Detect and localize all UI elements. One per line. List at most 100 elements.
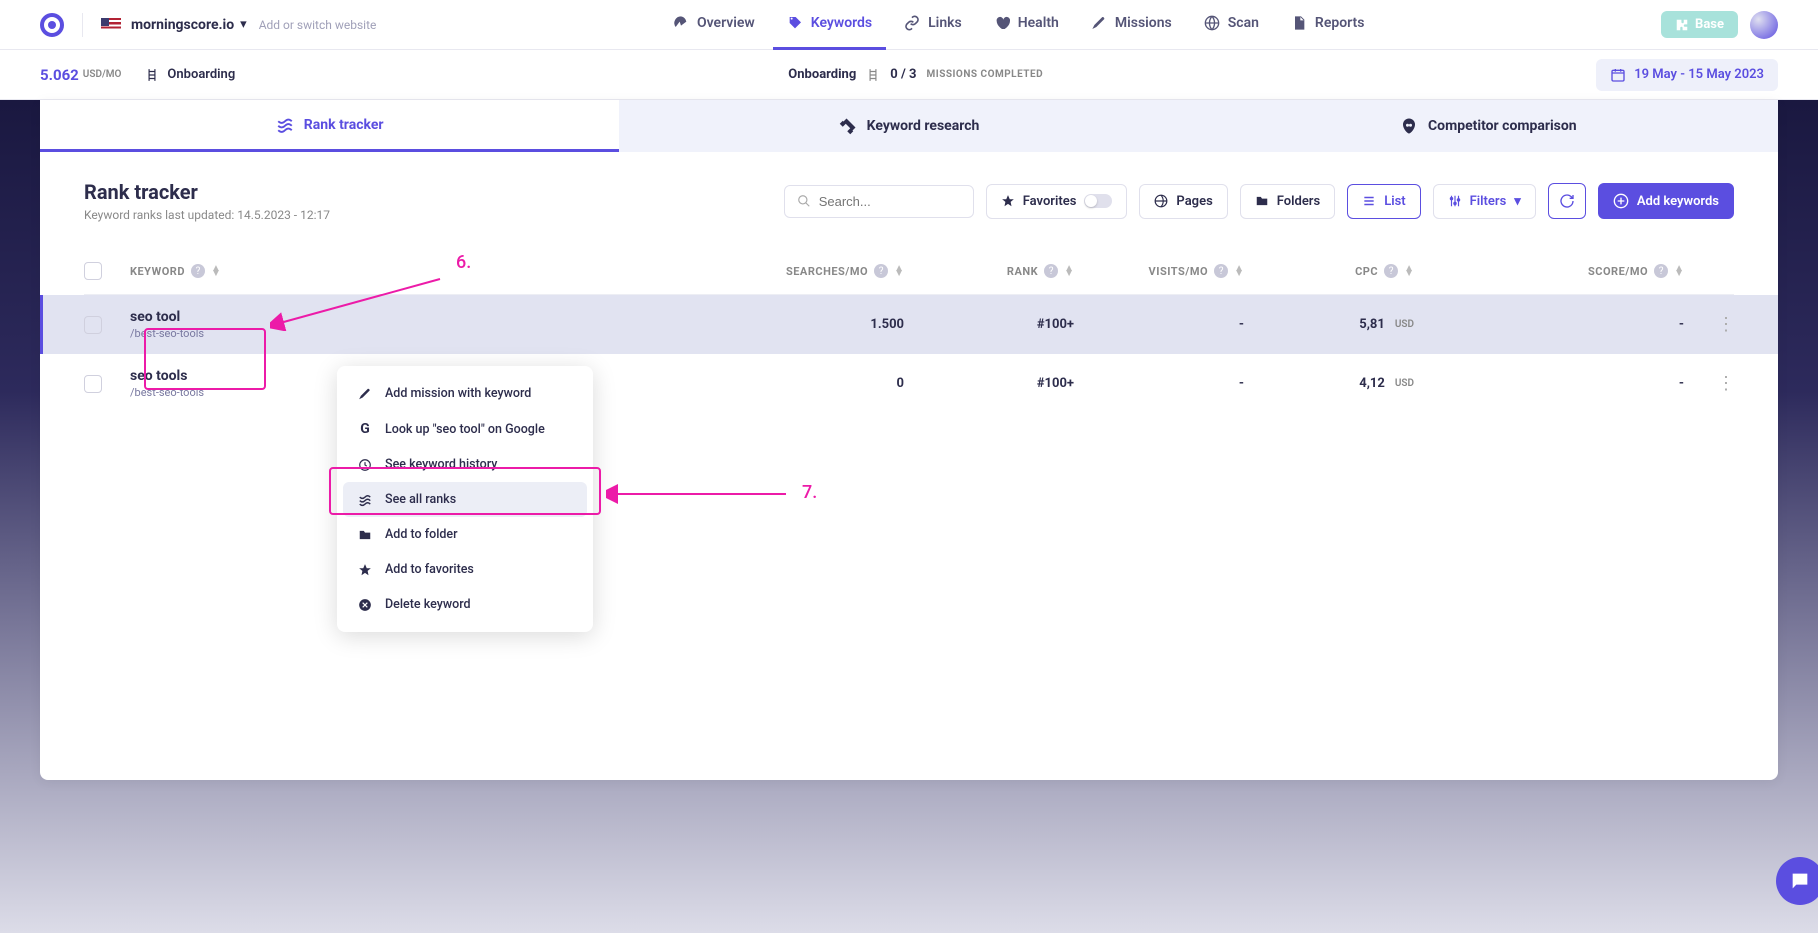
divider (82, 13, 83, 37)
keyword-text: seo tools (130, 368, 204, 384)
ctx-see-all-ranks[interactable]: See all ranks (343, 482, 587, 517)
avatar[interactable] (1750, 11, 1778, 39)
row-more-icon[interactable]: ⋮ (1717, 314, 1734, 335)
sort-icon[interactable]: ▲▼ (1064, 266, 1074, 276)
help-icon[interactable]: ? (191, 264, 205, 278)
top-nav: morningscore.io ▾ Add or switch website … (0, 0, 1818, 50)
search-field[interactable] (819, 194, 961, 209)
ctx-label: Add to folder (385, 527, 458, 542)
nav-label: Keywords (811, 15, 872, 31)
tab-rank-tracker[interactable]: Rank tracker (40, 100, 619, 152)
nav-scan[interactable]: Scan (1190, 0, 1273, 50)
nav-label: Scan (1228, 15, 1259, 31)
help-icon[interactable]: ? (874, 264, 888, 278)
sort-icon[interactable]: ▲▼ (1404, 266, 1414, 276)
ctx-label: Add to favorites (385, 562, 474, 577)
ladder-icon (145, 68, 159, 82)
nav-links[interactable]: Links (890, 0, 976, 50)
keyword-text: seo tool (130, 309, 204, 325)
nav-label: Overview (697, 15, 755, 31)
ctx-label: Look up "seo tool" on Google (385, 422, 545, 437)
refresh-button[interactable] (1548, 183, 1586, 219)
star-icon (357, 563, 373, 577)
sliders-icon (1448, 194, 1462, 208)
globe-icon (1204, 15, 1220, 31)
ctx-google-lookup[interactable]: G Look up "seo tool" on Google (343, 411, 587, 447)
delete-icon (357, 598, 373, 612)
col-visits[interactable]: VISITS/MO (1149, 265, 1209, 278)
tab-label: Competitor comparison (1428, 118, 1577, 134)
ctx-label: Delete keyword (385, 597, 471, 612)
row-checkbox[interactable] (84, 316, 102, 334)
search-input[interactable] (784, 185, 974, 218)
ctx-add-to-folder[interactable]: Add to folder (343, 517, 587, 552)
nav-label: Links (928, 15, 962, 31)
nav-reports[interactable]: Reports (1277, 0, 1379, 50)
heart-icon (994, 15, 1010, 31)
ctx-add-mission[interactable]: Add mission with keyword (343, 376, 587, 411)
add-keywords-button[interactable]: Add keywords (1598, 183, 1734, 219)
favorites-toggle[interactable]: Favorites (986, 184, 1128, 219)
nav-label: Missions (1115, 15, 1172, 31)
google-icon: G (357, 421, 373, 437)
add-site-link[interactable]: Add or switch website (259, 18, 377, 32)
base-badge[interactable]: Base (1661, 11, 1738, 38)
col-cpc[interactable]: CPC (1355, 265, 1378, 278)
plus-circle-icon (1613, 193, 1629, 209)
col-keyword[interactable]: KEYWORD (130, 265, 185, 278)
app-logo[interactable] (40, 13, 64, 37)
select-all-checkbox[interactable] (84, 262, 102, 280)
rank-wave-icon (357, 493, 373, 507)
pages-button[interactable]: Pages (1139, 184, 1227, 219)
filters-button[interactable]: Filters ▾ (1433, 184, 1536, 219)
tab-label: Keyword research (867, 118, 980, 134)
help-icon[interactable]: ? (1044, 264, 1058, 278)
sort-icon[interactable]: ▲▼ (211, 266, 221, 276)
chevron-down-icon: ▾ (1514, 194, 1521, 209)
nav-overview[interactable]: Overview (659, 0, 769, 50)
cpc-unit: USD (1395, 319, 1414, 330)
row-checkbox[interactable] (84, 375, 102, 393)
tab-keyword-research[interactable]: Keyword research (619, 100, 1198, 152)
sort-icon[interactable]: ▲▼ (1234, 266, 1244, 276)
searches-value: 0 (897, 376, 904, 391)
help-icon[interactable]: ? (1384, 264, 1398, 278)
list-button[interactable]: List (1347, 184, 1420, 219)
ctx-label: See keyword history (385, 457, 497, 472)
chat-bubble[interactable] (1776, 857, 1818, 905)
ctx-delete-keyword[interactable]: Delete keyword (343, 587, 587, 622)
ctx-label: See all ranks (385, 492, 456, 507)
date-range-picker[interactable]: 19 May - 15 May 2023 (1596, 59, 1778, 91)
list-label: List (1384, 194, 1405, 209)
help-icon[interactable]: ? (1214, 264, 1228, 278)
sort-icon[interactable]: ▲▼ (1674, 266, 1684, 276)
nav-health[interactable]: Health (980, 0, 1073, 50)
help-icon[interactable]: ? (1654, 264, 1668, 278)
folders-button[interactable]: Folders (1240, 184, 1335, 219)
site-caret-icon[interactable]: ▾ (240, 17, 247, 32)
nav-label: Health (1018, 15, 1059, 31)
nav-keywords[interactable]: Keywords (773, 0, 886, 50)
satellite-icon (839, 117, 857, 135)
table-row[interactable]: seo tool /best-seo-tools 1.500 #100+ - 5… (40, 295, 1778, 354)
ctx-add-to-favorites[interactable]: Add to favorites (343, 552, 587, 587)
site-name[interactable]: morningscore.io (131, 17, 234, 33)
search-icon (797, 194, 811, 208)
table-row[interactable]: seo tools /best-seo-tools 0 #100+ - 4,12… (84, 354, 1734, 413)
chat-icon (1789, 870, 1811, 892)
rank-value: #100+ (1037, 317, 1074, 332)
row-more-icon[interactable]: ⋮ (1717, 373, 1734, 394)
sort-icon[interactable]: ▲▼ (894, 266, 904, 276)
score-value: 5.062 (40, 66, 79, 84)
nav-missions[interactable]: Missions (1077, 0, 1186, 50)
nav-label: Reports (1315, 15, 1365, 31)
col-rank[interactable]: RANK (1007, 265, 1038, 278)
date-range-text: 19 May - 15 May 2023 (1634, 67, 1764, 82)
col-searches[interactable]: SEARCHES/MO (786, 265, 868, 278)
ctx-keyword-history[interactable]: See keyword history (343, 447, 587, 482)
col-score[interactable]: SCORE/MO (1588, 265, 1648, 278)
tab-competitor-comparison[interactable]: Competitor comparison (1199, 100, 1778, 152)
toggle-switch[interactable] (1084, 194, 1112, 208)
star-icon (1001, 194, 1015, 208)
refresh-icon (1559, 193, 1575, 209)
